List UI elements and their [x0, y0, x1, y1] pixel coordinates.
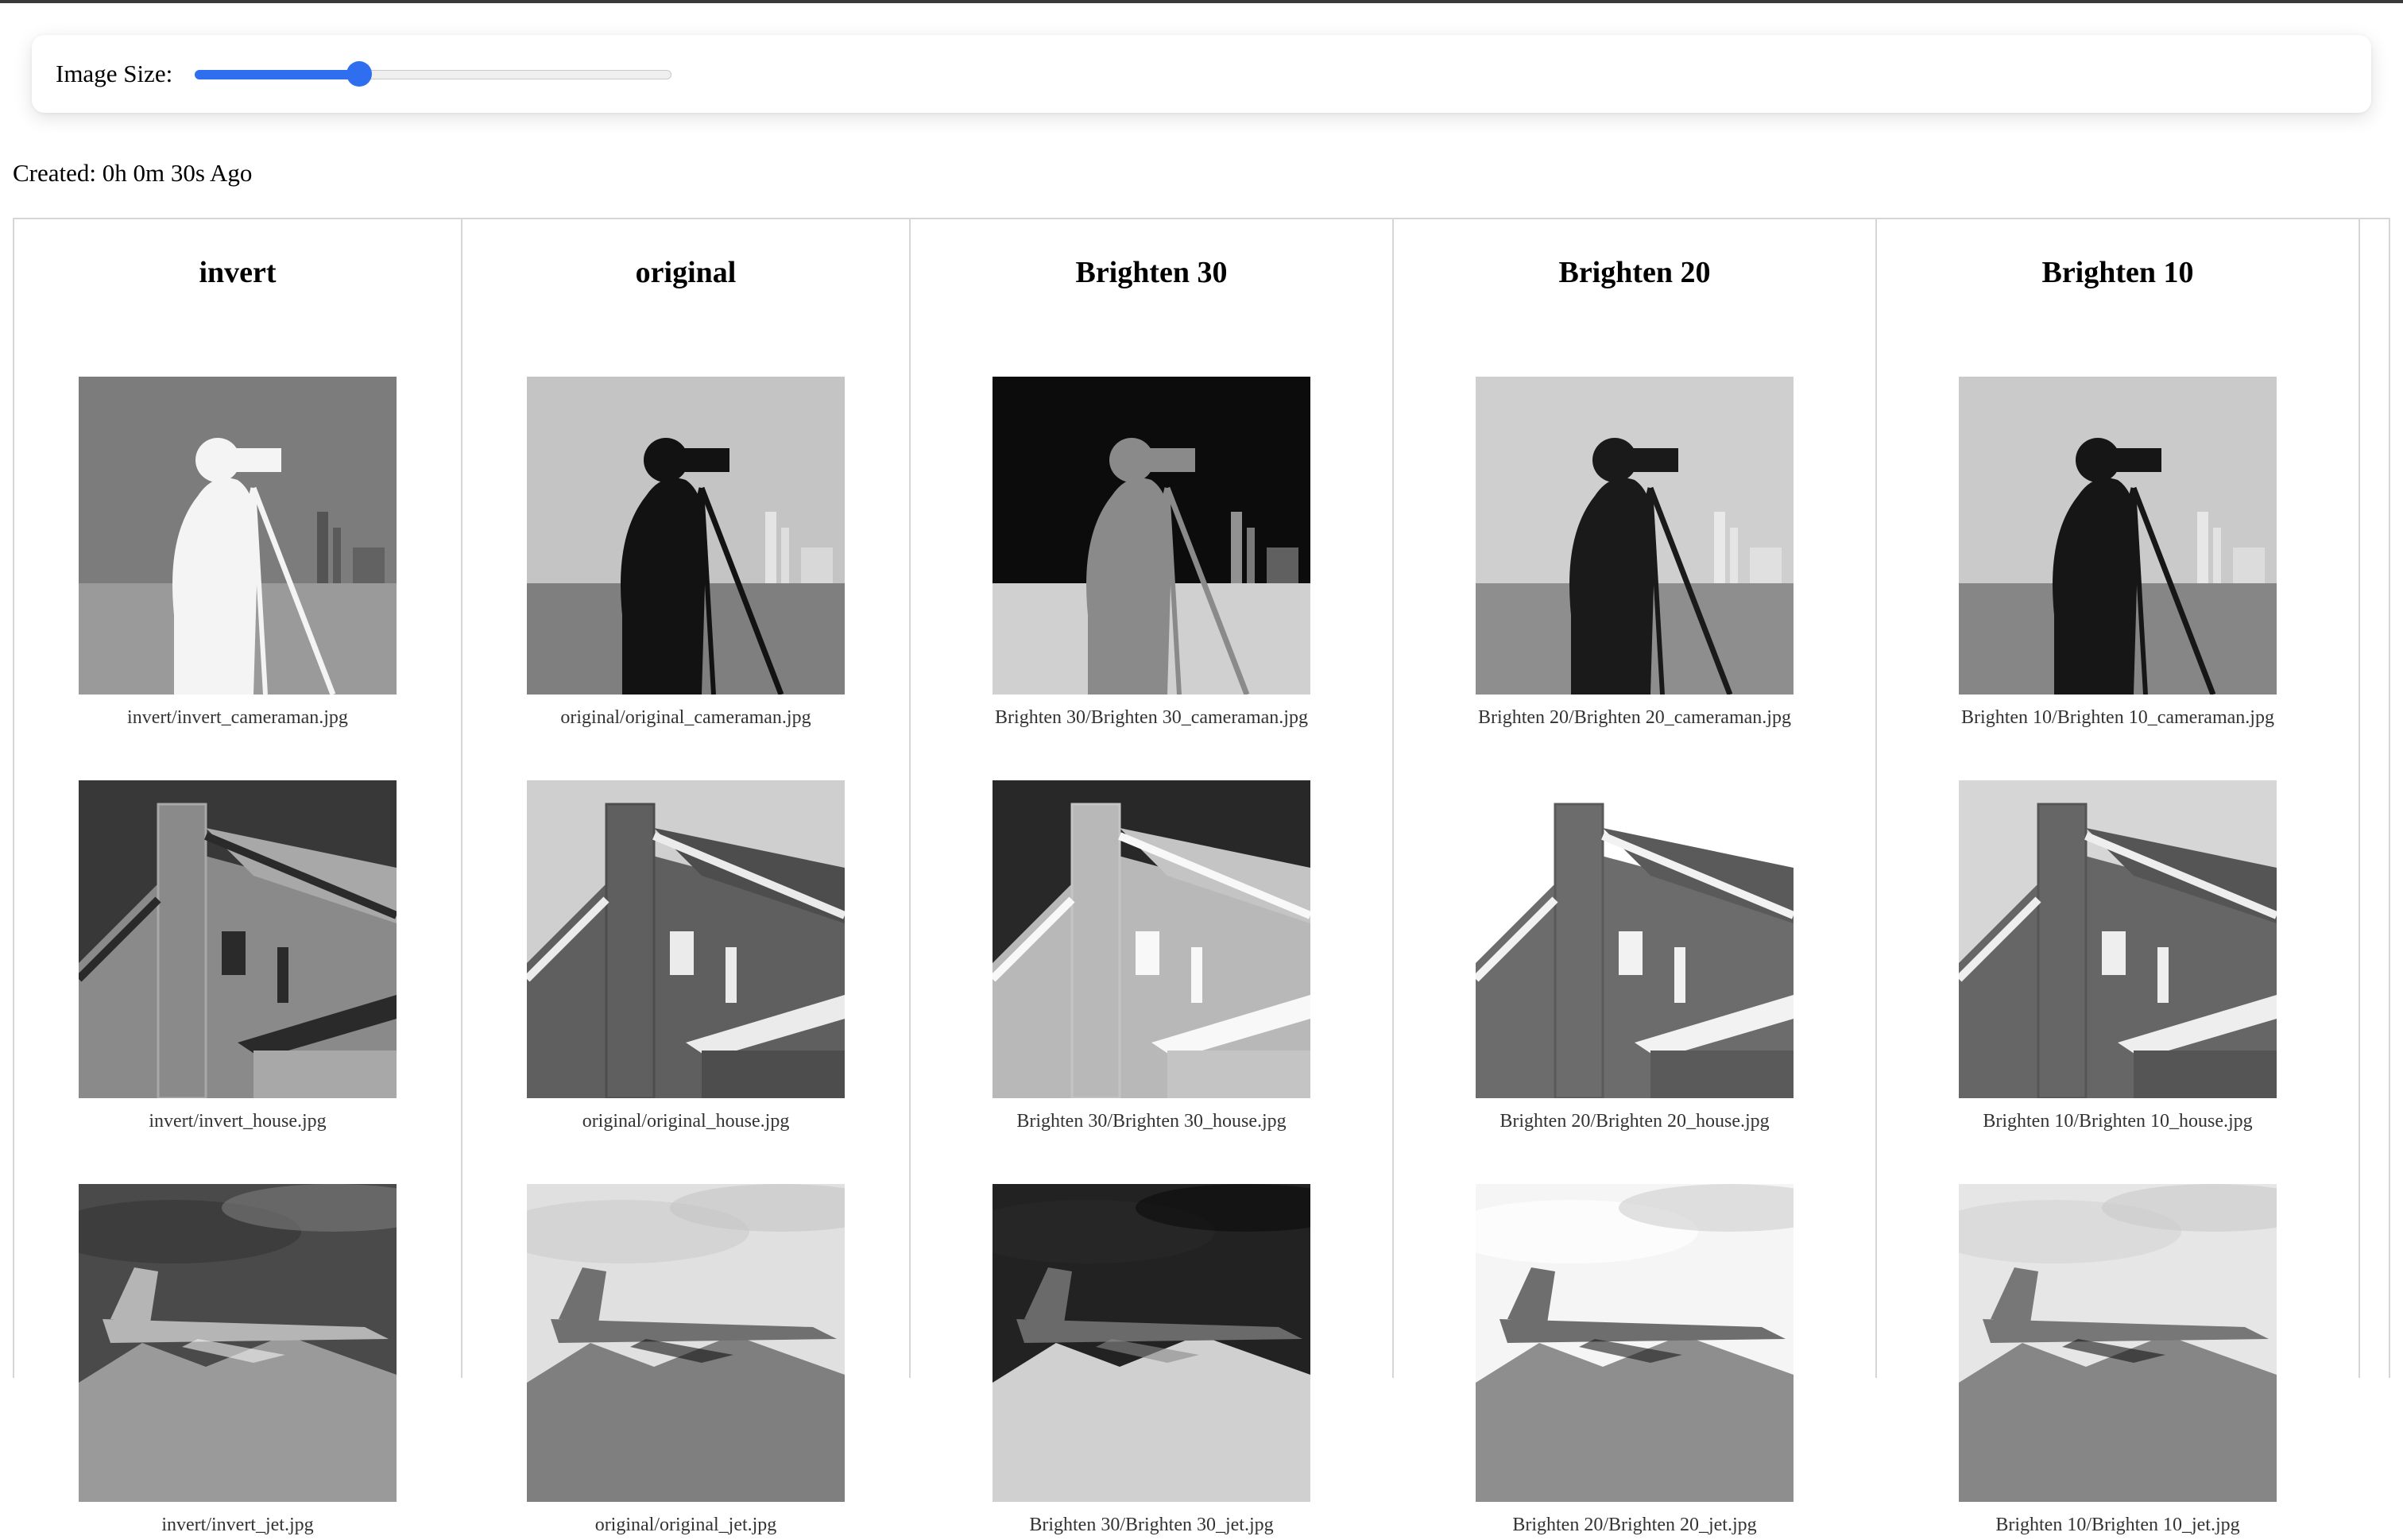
image-card: Brighten 20/Brighten 20_cameraman.jpg	[1476, 377, 1794, 733]
column-original: original original/original_cameraman.jpg…	[462, 219, 911, 1535]
image-caption: Brighten 20/Brighten 20_jet.jpg	[1512, 1515, 1757, 1535]
column-title: Brighten 20	[1558, 256, 1711, 289]
image-thumbnail[interactable]	[1959, 780, 2277, 1098]
image-caption: Brighten 30/Brighten 30_jet.jpg	[1029, 1515, 1274, 1535]
image-caption: Brighten 10/Brighten 10_cameraman.jpg	[1961, 707, 2274, 728]
column-title: Brighten 10	[2041, 256, 2194, 289]
image-card: Brighten 10/Brighten 10_cameraman.jpg	[1959, 377, 2277, 733]
column-title: Brighten 30	[1075, 256, 1228, 289]
column-title: invert	[199, 256, 277, 289]
image-thumbnail[interactable]	[1476, 780, 1794, 1098]
image-size-toolbar: Image Size:	[32, 35, 2371, 113]
image-thumbnail[interactable]	[1959, 1184, 2277, 1502]
image-caption: Brighten 30/Brighten 30_house.jpg	[1016, 1111, 1287, 1132]
image-caption: invert/invert_house.jpg	[149, 1111, 327, 1132]
image-card: invert/invert_cameraman.jpg	[79, 377, 397, 733]
image-card: Brighten 30/Brighten 30_cameraman.jpg	[993, 377, 1310, 733]
slider-fill	[195, 70, 360, 79]
image-card: Brighten 20/Brighten 20_jet.jpg	[1476, 1184, 1794, 1540]
image-thumbnail[interactable]	[993, 780, 1310, 1098]
column-b30: Brighten 30 Brighten 30/Brighten 30_came…	[911, 219, 1394, 1535]
image-caption: Brighten 20/Brighten 20_house.jpg	[1499, 1111, 1770, 1132]
image-caption: original/original_jet.jpg	[594, 1515, 777, 1535]
image-thumbnail[interactable]	[993, 377, 1310, 695]
image-caption: invert/invert_cameraman.jpg	[127, 707, 348, 728]
image-caption: invert/invert_jet.jpg	[161, 1515, 314, 1535]
image-thumbnail[interactable]	[1476, 1184, 1794, 1502]
image-grid: invert invert/invert_cameraman.jpg inver…	[13, 218, 2390, 1535]
image-card: invert/invert_jet.jpg	[79, 1184, 397, 1540]
image-thumbnail[interactable]	[527, 780, 845, 1098]
image-thumbnail[interactable]	[527, 1184, 845, 1502]
image-card: Brighten 10/Brighten 10_jet.jpg	[1959, 1184, 2277, 1540]
image-size-label: Image Size:	[56, 60, 173, 87]
image-thumbnail[interactable]	[527, 377, 845, 695]
image-thumbnail[interactable]	[1476, 377, 1794, 695]
image-caption: Brighten 30/Brighten 30_cameraman.jpg	[995, 707, 1308, 728]
image-card: Brighten 20/Brighten 20_house.jpg	[1476, 780, 1794, 1136]
column-title: original	[635, 256, 737, 289]
image-card: original/original_jet.jpg	[527, 1184, 845, 1540]
image-thumbnail[interactable]	[993, 1184, 1310, 1502]
image-thumbnail[interactable]	[79, 1184, 397, 1502]
image-caption: original/original_house.jpg	[582, 1111, 790, 1132]
image-thumbnail[interactable]	[1959, 377, 2277, 695]
image-card: Brighten 30/Brighten 30_jet.jpg	[993, 1184, 1310, 1540]
image-caption: Brighten 20/Brighten 20_cameraman.jpg	[1478, 707, 1791, 728]
column-b10: Brighten 10 Brighten 10/Brighten 10_came…	[1877, 219, 2360, 1535]
slider-thumb[interactable]	[346, 61, 373, 87]
image-thumbnail[interactable]	[79, 780, 397, 1098]
image-size-slider[interactable]	[195, 58, 672, 90]
top-border	[0, 0, 2403, 3]
image-caption: Brighten 10/Brighten 10_jet.jpg	[1995, 1515, 2240, 1535]
image-thumbnail[interactable]	[79, 377, 397, 695]
column-invert: invert invert/invert_cameraman.jpg inver…	[14, 219, 462, 1535]
image-caption: Brighten 10/Brighten 10_house.jpg	[1983, 1111, 2253, 1132]
image-card: original/original_cameraman.jpg	[527, 377, 845, 733]
column-b20: Brighten 20 Brighten 20/Brighten 20_came…	[1394, 219, 1877, 1535]
created-timestamp: Created: 0h 0m 30s Ago	[13, 159, 253, 187]
image-card: original/original_house.jpg	[527, 780, 845, 1136]
image-caption: original/original_cameraman.jpg	[560, 707, 811, 728]
image-card: Brighten 10/Brighten 10_house.jpg	[1959, 780, 2277, 1136]
image-card: Brighten 30/Brighten 30_house.jpg	[993, 780, 1310, 1136]
image-card: invert/invert_house.jpg	[79, 780, 397, 1136]
